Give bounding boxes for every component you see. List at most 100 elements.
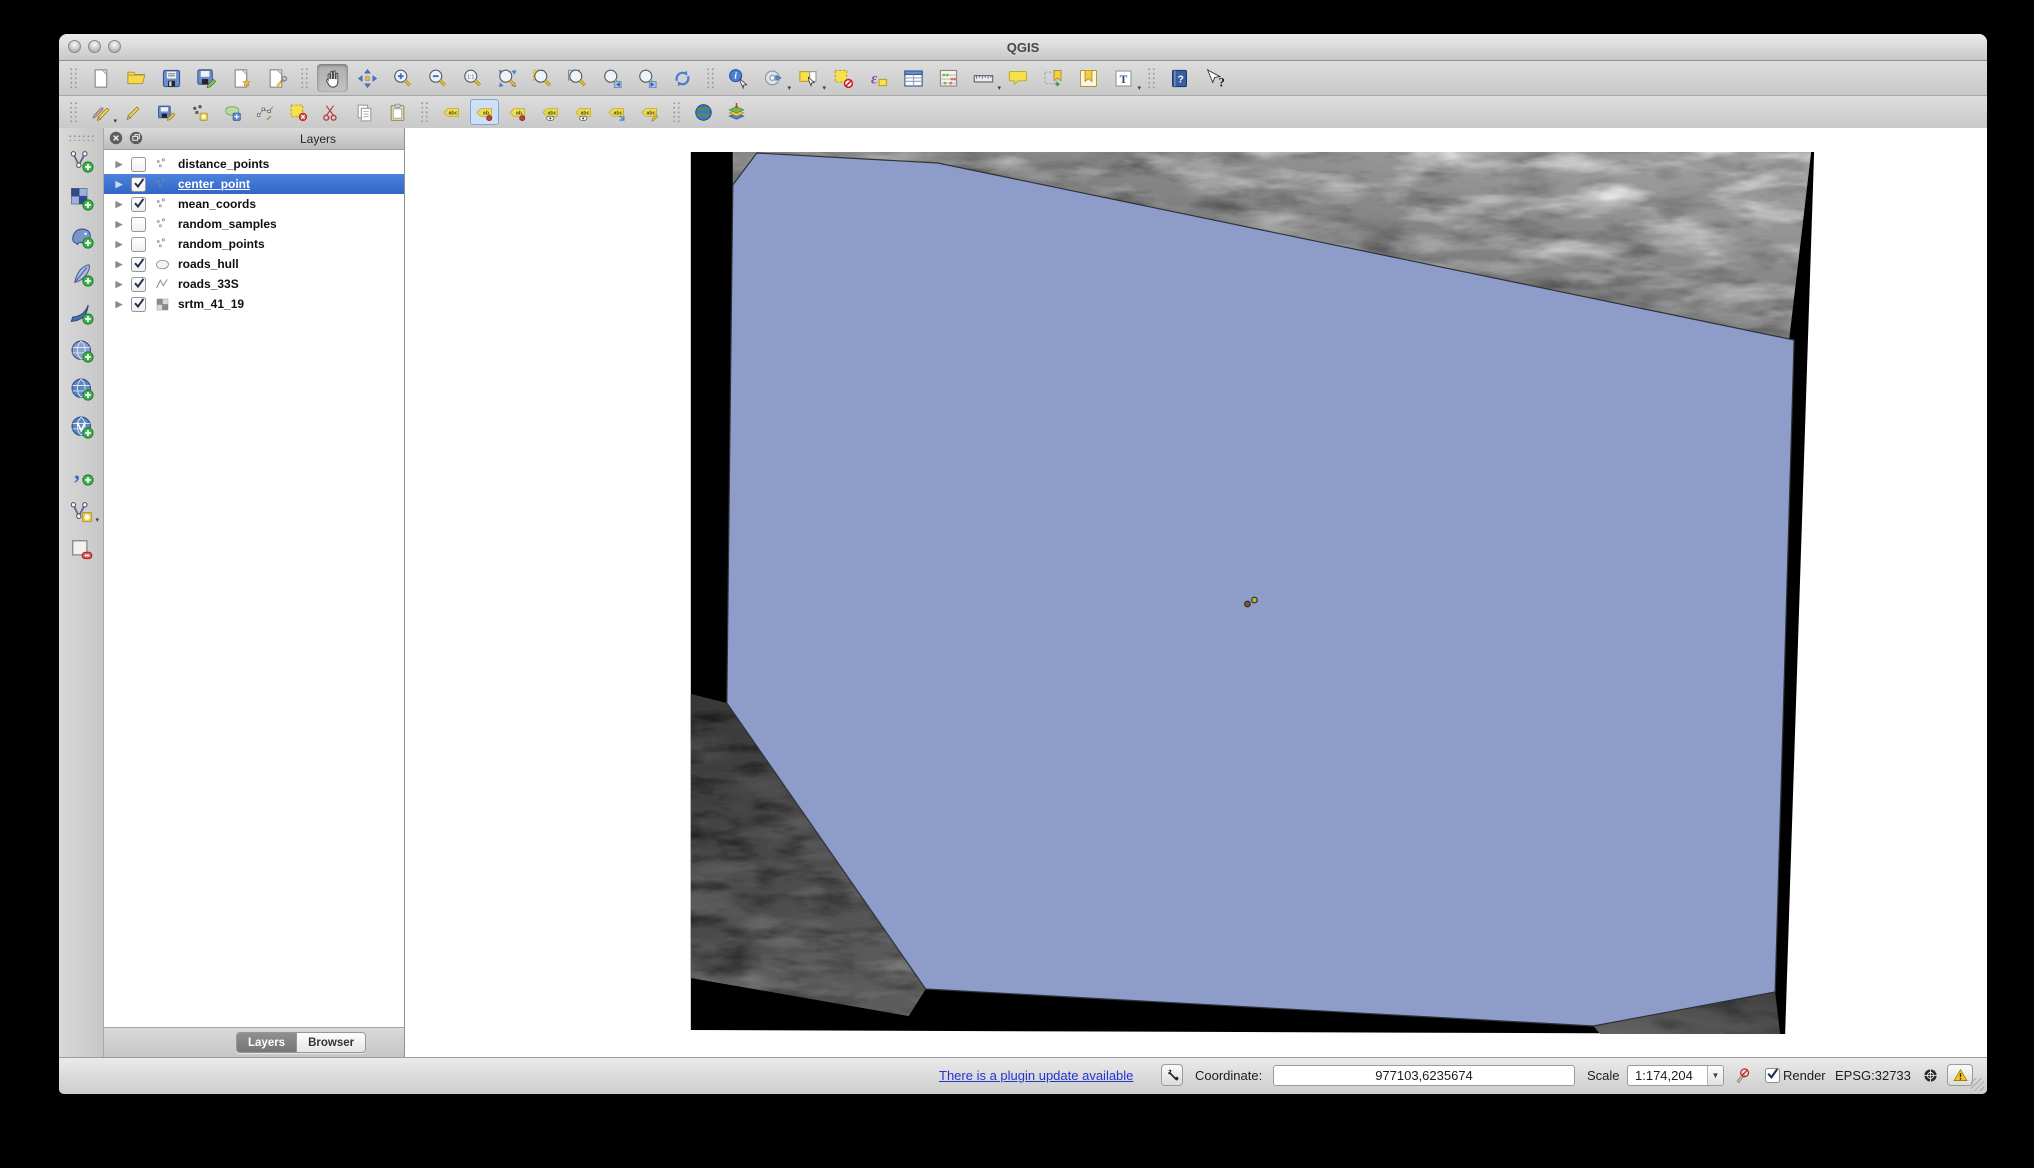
- label-edit-icon[interactable]: abc: [635, 99, 664, 125]
- layer-visibility-checkbox[interactable]: [131, 177, 146, 192]
- save-layer-edits-icon[interactable]: [152, 99, 181, 125]
- delete-selected-icon[interactable]: [284, 99, 313, 125]
- refresh-map-icon[interactable]: [667, 64, 698, 92]
- cut-features-icon[interactable]: [317, 99, 346, 125]
- layer-row-center_point[interactable]: ▶center_point: [104, 174, 404, 194]
- dropdown-caret-icon[interactable]: ▾: [95, 516, 99, 524]
- add-spatialite-layer-icon[interactable]: [64, 259, 98, 289]
- layer-row-random_samples[interactable]: ▶random_samples: [104, 214, 404, 234]
- measure-icon[interactable]: ▾: [968, 64, 999, 92]
- identify-features-icon[interactable]: i: [723, 64, 754, 92]
- add-postgis-layer-icon[interactable]: [64, 221, 98, 251]
- new-print-composer-icon[interactable]: [226, 64, 257, 92]
- titlebar[interactable]: QGIS: [59, 34, 1987, 61]
- add-raster-layer-icon[interactable]: [64, 183, 98, 213]
- composer-manager-icon[interactable]: [261, 64, 292, 92]
- toolbar-grip-handle[interactable]: [69, 67, 78, 89]
- dropdown-caret-icon[interactable]: ▾: [997, 84, 1001, 92]
- expand-arrow-icon[interactable]: ▶: [113, 299, 125, 310]
- move-feature-icon[interactable]: [218, 99, 247, 125]
- pan-map-icon[interactable]: [317, 64, 348, 92]
- new-bookmark-icon[interactable]: [1038, 64, 1069, 92]
- deselect-all-icon[interactable]: [828, 64, 859, 92]
- zoom-full-icon[interactable]: [492, 64, 523, 92]
- zoom-in-icon[interactable]: [387, 64, 418, 92]
- copy-features-icon[interactable]: [350, 99, 379, 125]
- save-as-icon[interactable]: [191, 64, 222, 92]
- add-feature-icon[interactable]: [185, 99, 214, 125]
- expand-arrow-icon[interactable]: ▶: [113, 199, 125, 210]
- map-tips-icon[interactable]: [1003, 64, 1034, 92]
- whats-this-icon[interactable]: ?: [1199, 64, 1230, 92]
- web-globe-icon[interactable]: [689, 99, 718, 125]
- current-edits-icon[interactable]: ▾: [86, 99, 115, 125]
- folder-open-icon[interactable]: [121, 64, 152, 92]
- add-oracle-layer-icon[interactable]: [64, 335, 98, 365]
- plugin-icon[interactable]: [1161, 1064, 1183, 1086]
- dropdown-caret-icon[interactable]: ▾: [787, 84, 791, 92]
- layer-row-roads_hull[interactable]: ▶roads_hull: [104, 254, 404, 274]
- zoom-next-icon[interactable]: [632, 64, 663, 92]
- stop-render-icon[interactable]: [1731, 1064, 1753, 1086]
- toolbar-grip-handle[interactable]: [672, 101, 681, 123]
- new-shapefile-layer-icon[interactable]: ▾: [64, 496, 98, 526]
- zoom-native-icon[interactable]: 1:1: [457, 64, 488, 92]
- label-options-icon[interactable]: ab: [470, 99, 499, 125]
- select-features-icon[interactable]: ▾: [793, 64, 824, 92]
- panel-tab-browser[interactable]: Browser: [296, 1033, 365, 1052]
- expand-arrow-icon[interactable]: ▶: [113, 279, 125, 290]
- expand-arrow-icon[interactable]: ▶: [113, 219, 125, 230]
- select-by-expression-icon[interactable]: ε: [863, 64, 894, 92]
- expand-arrow-icon[interactable]: ▶: [113, 179, 125, 190]
- layer-visibility-checkbox[interactable]: [131, 197, 146, 212]
- node-tool-icon[interactable]: [251, 99, 280, 125]
- toolbar-grip-handle[interactable]: [420, 101, 429, 123]
- layer-visibility-checkbox[interactable]: [131, 237, 146, 252]
- toolbar-grip-handle[interactable]: [1147, 67, 1156, 89]
- layer-row-roads_33S[interactable]: ▶roads_33S: [104, 274, 404, 294]
- render-checkbox[interactable]: [1765, 1068, 1780, 1083]
- plugin-update-link[interactable]: There is a plugin update available: [939, 1068, 1133, 1083]
- expand-arrow-icon[interactable]: ▶: [113, 159, 125, 170]
- layer-visibility-checkbox[interactable]: [131, 277, 146, 292]
- run-feature-action-icon[interactable]: ▾: [758, 64, 789, 92]
- panel-close-icon[interactable]: [109, 131, 123, 145]
- label-show-hide-icon[interactable]: abc: [536, 99, 565, 125]
- show-bookmarks-icon[interactable]: [1073, 64, 1104, 92]
- coordinate-input[interactable]: 977103,6235674: [1273, 1065, 1575, 1086]
- add-wms-layer-icon[interactable]: [64, 373, 98, 403]
- label-preview-icon[interactable]: abc: [569, 99, 598, 125]
- dropdown-caret-icon[interactable]: ▾: [1137, 84, 1141, 92]
- toolbar-grip-handle[interactable]: [300, 67, 309, 89]
- add-vector-layer-icon[interactable]: [64, 145, 98, 175]
- layer-row-mean_coords[interactable]: ▶mean_coords: [104, 194, 404, 214]
- zoom-out-icon[interactable]: [422, 64, 453, 92]
- help-contents-icon[interactable]: ?: [1164, 64, 1195, 92]
- panel-float-icon[interactable]: [129, 131, 143, 145]
- remove-layer-icon[interactable]: [64, 534, 98, 564]
- scale-dropdown-caret[interactable]: ▼: [1707, 1066, 1723, 1085]
- message-log-warning-icon[interactable]: [1947, 1064, 1973, 1086]
- open-attribute-table-icon[interactable]: [898, 64, 929, 92]
- file-new-icon[interactable]: [86, 64, 117, 92]
- resize-grip[interactable]: [1971, 1078, 1984, 1091]
- layer-visibility-checkbox[interactable]: [131, 297, 146, 312]
- text-annotation-icon[interactable]: T▾: [1108, 64, 1139, 92]
- toolbar-grip-handle[interactable]: [69, 101, 78, 123]
- panel-tab-layers[interactable]: Layers: [237, 1033, 296, 1052]
- layer-visibility-checkbox[interactable]: [131, 257, 146, 272]
- layer-row-distance_points[interactable]: ▶distance_points: [104, 154, 404, 174]
- save-icon[interactable]: [156, 64, 187, 92]
- zoom-to-layer-icon[interactable]: [562, 64, 593, 92]
- expand-arrow-icon[interactable]: ▶: [113, 259, 125, 270]
- layer-stack-icon[interactable]: [722, 99, 751, 125]
- add-delimited-text-layer-icon[interactable]: ,: [64, 458, 98, 488]
- paste-features-icon[interactable]: [383, 99, 412, 125]
- layer-row-random_points[interactable]: ▶random_points: [104, 234, 404, 254]
- pan-to-selection-icon[interactable]: [352, 64, 383, 92]
- label-pin-icon[interactable]: ab: [503, 99, 532, 125]
- layer-visibility-checkbox[interactable]: [131, 157, 146, 172]
- field-calculator-icon[interactable]: [933, 64, 964, 92]
- toolbar-grip-handle[interactable]: [706, 67, 715, 89]
- layer-visibility-checkbox[interactable]: [131, 217, 146, 232]
